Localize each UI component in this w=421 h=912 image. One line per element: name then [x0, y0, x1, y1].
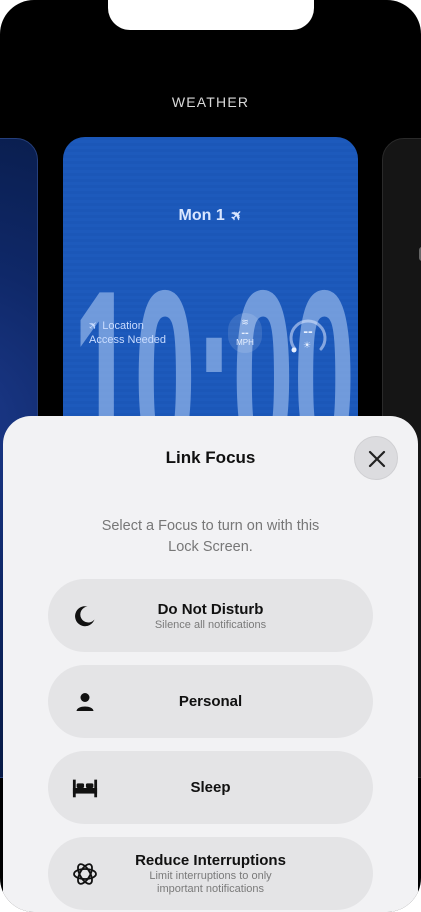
option-subtitle-line1: Limit interruptions to only	[149, 870, 272, 882]
moon-icon	[72, 579, 98, 652]
location-widget[interactable]: ✈Location Access Needed	[86, 318, 167, 347]
bed-icon	[72, 751, 98, 824]
subtitle-line1: Select a Focus to turn on with this	[101, 518, 320, 534]
uv-value: --	[303, 323, 313, 339]
option-subtitle: Silence all notifications	[154, 618, 267, 631]
wind-value: --	[241, 327, 249, 339]
focus-option-do-not-disturb[interactable]: Do Not Disturb Silence all notifications	[48, 579, 373, 652]
close-icon	[368, 450, 386, 468]
link-focus-sheet: Link Focus Select a Focus to turn on wit…	[3, 416, 418, 912]
focus-option-reduce-interruptions[interactable]: Reduce Interruptions Limit interruptions…	[48, 837, 373, 910]
option-label: Personal	[178, 693, 243, 710]
option-subtitle-line2: important notifications	[157, 883, 264, 895]
option-label: Do Not Disturb	[157, 600, 264, 618]
wind-unit: MPH	[236, 338, 254, 347]
uv-widget[interactable]: -- ☀	[285, 313, 331, 357]
sun-icon: ☀	[303, 340, 312, 350]
option-label: Sleep	[190, 779, 231, 796]
option-label: Reduce Interruptions	[135, 852, 286, 869]
person-icon	[72, 665, 98, 738]
location-line1: Location	[102, 320, 144, 332]
sheet-subtitle: Select a Focus to turn on with this Lock…	[63, 516, 358, 558]
wallpaper-gallery-title: WEATHER	[171, 94, 250, 110]
notch	[108, 0, 314, 30]
close-button[interactable]	[354, 436, 398, 480]
location-line2: Access Needed	[89, 334, 167, 346]
subtitle-line2: Lock Screen.	[168, 539, 253, 555]
focus-option-personal[interactable]: Personal	[48, 665, 373, 738]
wind-widget[interactable]: ≋ -- MPH	[228, 313, 262, 353]
phone-screen: WEATHER Mon 1 ✈ 10:00 ✈Location Access Ne…	[0, 0, 421, 912]
reduce-interruptions-icon	[72, 837, 98, 910]
focus-option-sleep[interactable]: Sleep	[48, 751, 373, 824]
